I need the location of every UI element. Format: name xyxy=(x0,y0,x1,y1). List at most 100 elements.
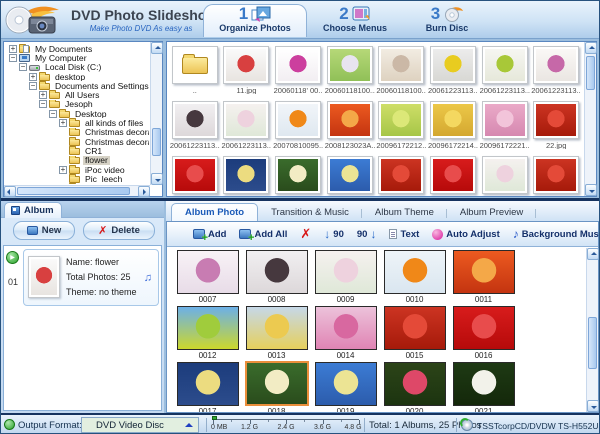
tree-item-desktop[interactable]: −Desktop xyxy=(5,109,149,118)
album-photo-item-0018[interactable]: 0018 xyxy=(242,360,311,412)
tree-scroll-down-button[interactable] xyxy=(151,173,163,185)
expand-icon[interactable]: + xyxy=(9,45,17,53)
browser-scroll-up-button[interactable] xyxy=(585,42,597,54)
tree-item-christmas-decorations[interactable]: Christmas decorations xyxy=(5,137,149,146)
browser-scroll-thumb[interactable] xyxy=(586,56,595,90)
photo-thumb-item-11-jpg[interactable]: 11.jpg xyxy=(221,42,273,97)
album-photo-item-0010[interactable]: 0010 xyxy=(380,248,449,304)
photo-thumb-item-20096172212[interactable]: 20096172212... xyxy=(376,97,428,152)
album-list-item[interactable]: Name: flower Total Photos: 25 Theme: no … xyxy=(23,249,159,306)
album-photo-item-0008[interactable]: 0008 xyxy=(242,248,311,304)
photo-thumb-item-20061223113[interactable]: 20061223113... xyxy=(530,42,582,97)
tab-transition-music[interactable]: Transition & Music xyxy=(258,205,362,221)
album-photo-item-0007[interactable]: 0007 xyxy=(173,248,242,304)
photo-thumb-item-20060118100[interactable]: 20060118100... xyxy=(324,42,376,97)
photo-thumb-item-20061223113[interactable]: 20061223113... xyxy=(427,42,479,97)
photo-thumb-item[interactable] xyxy=(272,152,324,196)
step-burn-disc[interactable]: 3 Burn Disc xyxy=(405,4,489,37)
photo-thumb-item-20061223113[interactable]: 20061223113... xyxy=(221,97,273,152)
photo-thumb-item-20060118100[interactable]: 20060118100... xyxy=(376,42,428,97)
parent-folder-item[interactable]: .. xyxy=(169,42,221,97)
photo-thumb-item[interactable] xyxy=(376,152,428,196)
album-photo-item-0016[interactable]: 0016 xyxy=(449,304,518,360)
new-album-button[interactable]: New xyxy=(13,221,75,240)
tree-hscroll-thumb[interactable] xyxy=(17,187,130,195)
browser-scroll-down-button[interactable] xyxy=(585,184,597,196)
photo-thumb-image xyxy=(381,104,421,136)
photo-thumb-item[interactable] xyxy=(530,152,582,196)
album-photo-item-0017[interactable]: 0017 xyxy=(173,360,242,412)
photo-thumb-item-20060118-00[interactable]: 20060118' 00.. xyxy=(272,42,324,97)
album-photo-item-0011[interactable]: 0011 xyxy=(449,248,518,304)
tree-scroll-thumb[interactable] xyxy=(152,128,161,156)
photo-thumb-item-2008123023a[interactable]: 2008123023A... xyxy=(324,97,376,152)
collapse-icon[interactable]: − xyxy=(29,82,37,90)
tree-item-pic-leech[interactable]: Pic_leech xyxy=(5,174,149,183)
expand-icon[interactable]: + xyxy=(59,119,67,127)
tree-item-documents-and-settings[interactable]: −Documents and Settings xyxy=(5,81,149,90)
photo-thumb-item-20061223113[interactable]: 20061223113... xyxy=(169,97,221,152)
album-photo-item-0015[interactable]: 0015 xyxy=(380,304,449,360)
photo-thumb-item[interactable] xyxy=(479,152,531,196)
tree-item-ipoc-video[interactable]: +iPoc video xyxy=(5,165,149,174)
album-photo-item-0013[interactable]: 0013 xyxy=(242,304,311,360)
tree-item-flower[interactable]: flower xyxy=(5,156,149,165)
tree-scroll-left-button[interactable] xyxy=(4,186,16,197)
add-photo-button[interactable]: Add xyxy=(193,229,226,240)
rotate-left-button[interactable]: ↓ 90 xyxy=(324,229,344,240)
tree-item-all-kinds-of-files[interactable]: +all kinds of files xyxy=(5,118,149,127)
remove-photo-button[interactable]: ✗ xyxy=(300,228,311,240)
photo-thumb-item-20070810095[interactable]: 20070810095... xyxy=(272,97,324,152)
tree-item-cr1[interactable]: CR1 xyxy=(5,146,149,155)
photo-thumb-item-20061223113[interactable]: 20061223113... xyxy=(479,42,531,97)
tree-item-christmas-decoration1[interactable]: Christmas decoration1 xyxy=(5,128,149,137)
step-choose-menus[interactable]: 2 Choose Menus xyxy=(309,4,401,37)
album-photo-item-0009[interactable]: 0009 xyxy=(311,248,380,304)
collapse-icon[interactable]: − xyxy=(9,54,17,62)
photo-thumb-item[interactable] xyxy=(169,152,221,196)
album-grid-scroll-down-button[interactable] xyxy=(587,400,599,412)
album-theme-line: Theme: no theme xyxy=(66,287,137,297)
tree-item-sitemap-xml[interactable]: sitemap.xml xyxy=(5,183,149,184)
expand-icon[interactable]: + xyxy=(59,166,67,174)
album-photo-item-0012[interactable]: 0012 xyxy=(173,304,242,360)
photo-thumb-item[interactable] xyxy=(221,152,273,196)
album-play-button[interactable]: ▶ xyxy=(6,251,19,264)
tree-item-local-disk-c[interactable]: −Local Disk (C:) xyxy=(5,63,149,72)
tree-item-my-documents[interactable]: +My Documents xyxy=(5,44,149,53)
album-photo-item-0014[interactable]: 0014 xyxy=(311,304,380,360)
tree-scroll-up-button[interactable] xyxy=(151,42,163,54)
tree-item-jesoph[interactable]: −Jesoph xyxy=(5,100,149,109)
auto-adjust-button[interactable]: Auto Adjust xyxy=(432,229,499,240)
album-grid-scroll-up-button[interactable] xyxy=(587,248,599,260)
expand-icon[interactable]: + xyxy=(39,91,47,99)
step-organize-photos[interactable]: 1 Organize Photos xyxy=(205,4,305,37)
tab-album-preview[interactable]: Album Preview xyxy=(447,205,536,221)
photo-thumb-item[interactable] xyxy=(324,152,376,196)
collapse-icon[interactable]: − xyxy=(39,100,47,108)
expand-icon[interactable]: + xyxy=(29,73,37,81)
album-tab[interactable]: Album xyxy=(4,202,62,218)
tree-item-desktop[interactable]: +desktop xyxy=(5,72,149,81)
album-photo-item-0019[interactable]: 0019 xyxy=(311,360,380,412)
photo-thumb-item[interactable] xyxy=(427,152,479,196)
tree-item-my-computer[interactable]: −My Computer xyxy=(5,53,149,62)
collapse-icon[interactable]: − xyxy=(19,63,27,71)
tree-scroll-right-button[interactable] xyxy=(138,186,150,197)
text-button[interactable]: Text xyxy=(389,229,419,240)
output-format-dropdown[interactable]: DVD Video Disc xyxy=(81,417,199,433)
add-all-photos-button[interactable]: Add All xyxy=(239,229,287,240)
album-photo-item-0021[interactable]: 0021 xyxy=(449,360,518,412)
photo-thumb-item-22-jpg[interactable]: 22.jpg xyxy=(530,97,582,152)
collapse-icon[interactable]: − xyxy=(49,110,57,118)
photo-thumb-item-20096172221[interactable]: 20096172221... xyxy=(479,97,531,152)
album-grid-scroll-thumb[interactable] xyxy=(588,317,597,369)
delete-album-button[interactable]: ✗ Delete xyxy=(83,221,155,240)
background-music-button[interactable]: ♪ Background Music xyxy=(513,229,600,240)
photo-thumb-item-20096172214[interactable]: 20096172214... xyxy=(427,97,479,152)
tab-album-theme[interactable]: Album Theme xyxy=(362,205,447,221)
rotate-right-button[interactable]: 90 ↓ xyxy=(357,229,377,240)
album-photo-item-0020[interactable]: 0020 xyxy=(380,360,449,412)
tab-album-photo[interactable]: Album Photo xyxy=(171,203,258,221)
tree-item-all-users[interactable]: +All Users xyxy=(5,90,149,99)
